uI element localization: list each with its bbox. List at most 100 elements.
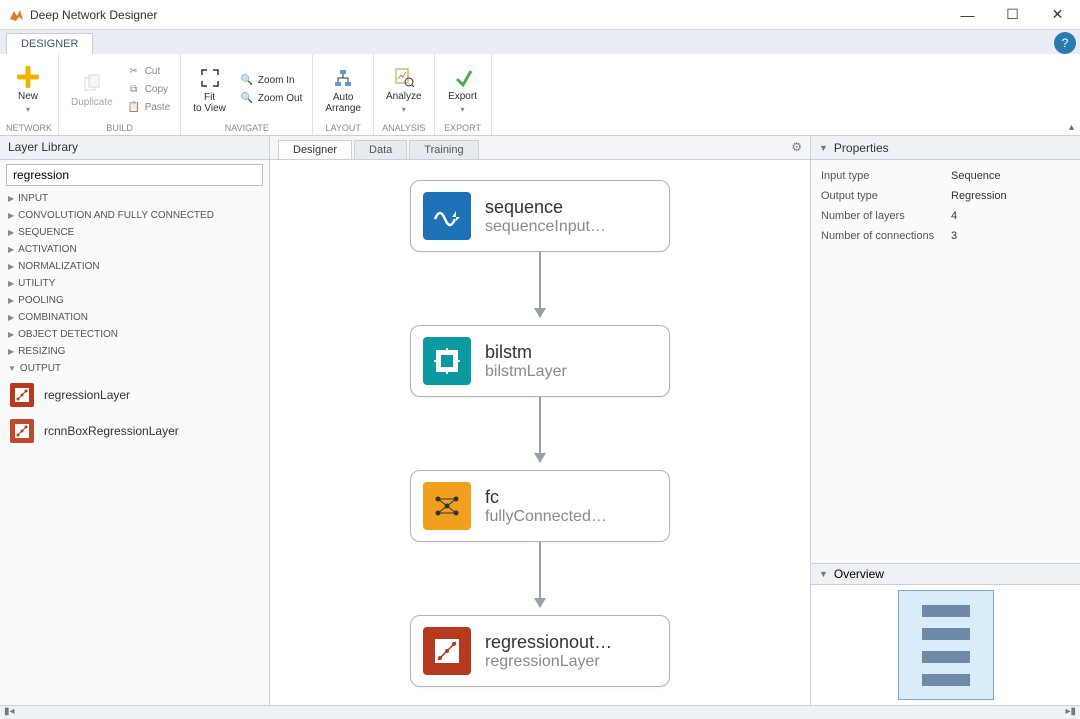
canvas-tabs: Designer Data Training ⚙: [270, 136, 810, 160]
property-row: Output typeRegression: [821, 186, 1070, 206]
layer-icon: [10, 419, 34, 443]
chevron-icon: ▶: [8, 347, 14, 356]
analyze-button[interactable]: Analyze ▾: [380, 63, 428, 117]
group-label-network: NETWORK: [6, 123, 52, 135]
help-button[interactable]: ?: [1054, 32, 1076, 54]
chevron-icon: ▶: [8, 296, 14, 305]
category-activation[interactable]: ▶ACTIVATION: [0, 241, 269, 258]
node-subtitle: sequenceInput…: [485, 218, 606, 236]
property-value: Regression: [951, 190, 1007, 202]
chevron-icon: ▶: [8, 262, 14, 271]
category-sequence[interactable]: ▶SEQUENCE: [0, 224, 269, 241]
node-title: regressionout…: [485, 632, 612, 653]
new-icon: [16, 65, 40, 89]
connection-arrow[interactable]: [539, 397, 541, 462]
gear-icon[interactable]: ⚙: [791, 140, 802, 154]
properties-panel: ▼Properties Input typeSequenceOutput typ…: [810, 136, 1080, 705]
properties-title: Properties: [834, 141, 889, 155]
category-input[interactable]: ▶INPUT: [0, 190, 269, 207]
property-value: 4: [951, 210, 957, 222]
connection-arrow[interactable]: [539, 252, 541, 317]
category-output[interactable]: ▼OUTPUT: [0, 360, 269, 377]
layer-item-rcnnBoxRegressionLayer[interactable]: rcnnBoxRegressionLayer: [0, 413, 269, 449]
close-button[interactable]: ✕: [1035, 0, 1080, 30]
tab-data[interactable]: Data: [354, 140, 407, 159]
category-normalization[interactable]: ▶NORMALIZATION: [0, 258, 269, 275]
category-resizing[interactable]: ▶RESIZING: [0, 343, 269, 360]
chevron-icon: ▶: [8, 228, 14, 237]
paste-icon: 📋: [127, 101, 141, 115]
category-convolution-and-fully-connected[interactable]: ▶CONVOLUTION AND FULLY CONNECTED: [0, 207, 269, 224]
property-key: Number of layers: [821, 210, 951, 222]
ribbon-tab-row: DESIGNER ?: [0, 30, 1080, 54]
property-key: Number of connections: [821, 230, 951, 242]
layer-library-title: Layer Library: [0, 136, 269, 160]
ribbon-toolbar: New ▾ NETWORK Duplicate ✂Cut ⧉Copy 📋Past…: [0, 54, 1080, 136]
export-icon: [451, 65, 475, 89]
design-canvas[interactable]: sequencesequenceInput… bilstmbilstmLayer f…: [270, 160, 810, 705]
tab-training[interactable]: Training: [409, 140, 478, 159]
property-row: Number of connections3: [821, 226, 1070, 246]
duplicate-icon: [80, 71, 104, 95]
paste-button: 📋Paste: [123, 100, 175, 116]
window-title: Deep Network Designer: [30, 8, 945, 22]
node-subtitle: regressionLayer: [485, 653, 612, 671]
property-row: Number of layers4: [821, 206, 1070, 226]
chevron-icon: ▶: [8, 194, 14, 203]
node-title: fc: [485, 487, 607, 508]
layer-library-panel: Layer Library ▶INPUT▶CONVOLUTION AND FUL…: [0, 136, 270, 705]
tab-designer[interactable]: Designer: [278, 140, 352, 159]
duplicate-button: Duplicate: [65, 69, 119, 110]
category-object-detection[interactable]: ▶OBJECT DETECTION: [0, 326, 269, 343]
node-icon: [423, 627, 471, 675]
fit-to-view-icon: [198, 66, 222, 90]
chevron-icon: ▼: [8, 364, 16, 373]
zoom-in-icon: 🔍: [240, 74, 254, 88]
fit-to-view-button[interactable]: Fit to View: [187, 64, 232, 116]
property-value: 3: [951, 230, 957, 242]
chevron-down-icon[interactable]: ▼: [819, 143, 828, 153]
layer-search-input[interactable]: [6, 164, 263, 186]
scroll-left-icon[interactable]: ▮◂: [4, 706, 15, 719]
auto-arrange-icon: [331, 66, 355, 90]
chevron-down-icon[interactable]: ▼: [819, 569, 828, 579]
node-subtitle: bilstmLayer: [485, 363, 567, 381]
overview-title: Overview: [834, 567, 884, 581]
maximize-button[interactable]: ☐: [990, 0, 1035, 30]
export-button[interactable]: Export ▾: [441, 63, 485, 117]
category-combination[interactable]: ▶COMBINATION: [0, 309, 269, 326]
auto-arrange-button[interactable]: Auto Arrange: [319, 64, 367, 116]
new-button[interactable]: New ▾: [6, 63, 50, 117]
minimize-button[interactable]: —: [945, 0, 990, 30]
scroll-right-icon[interactable]: ▸▮: [1065, 706, 1076, 719]
node-regressionout[interactable]: regressionout…regressionLayer: [410, 615, 670, 687]
property-key: Input type: [821, 170, 951, 182]
layer-item-regressionLayer[interactable]: regressionLayer: [0, 377, 269, 413]
node-icon: [423, 482, 471, 530]
cut-button: ✂Cut: [123, 64, 175, 80]
category-pooling[interactable]: ▶POOLING: [0, 292, 269, 309]
node-icon: [423, 192, 471, 240]
title-bar: Deep Network Designer — ☐ ✕: [0, 0, 1080, 30]
chevron-icon: ▶: [8, 313, 14, 322]
zoom-in-button[interactable]: 🔍Zoom In: [236, 73, 306, 89]
node-title: bilstm: [485, 342, 567, 363]
zoom-out-button[interactable]: 🔍Zoom Out: [236, 91, 306, 107]
node-icon: [423, 337, 471, 385]
node-sequence[interactable]: sequencesequenceInput…: [410, 180, 670, 252]
matlab-logo-icon: [8, 7, 24, 23]
analyze-icon: [392, 65, 416, 89]
group-label-analysis: ANALYSIS: [380, 123, 428, 135]
category-utility[interactable]: ▶UTILITY: [0, 275, 269, 292]
connection-arrow[interactable]: [539, 542, 541, 607]
node-bilstm[interactable]: bilstmbilstmLayer: [410, 325, 670, 397]
chevron-icon: ▶: [8, 245, 14, 254]
overview-minimap[interactable]: [811, 585, 1080, 705]
status-bar: ▮◂ ▸▮: [0, 705, 1080, 719]
collapse-ribbon-icon[interactable]: ▴: [1069, 122, 1074, 133]
ribbon-tab-designer[interactable]: DESIGNER: [6, 33, 93, 54]
node-subtitle: fullyConnected…: [485, 508, 607, 526]
property-key: Output type: [821, 190, 951, 202]
chevron-icon: ▶: [8, 330, 14, 339]
node-fc[interactable]: fcfullyConnected…: [410, 470, 670, 542]
